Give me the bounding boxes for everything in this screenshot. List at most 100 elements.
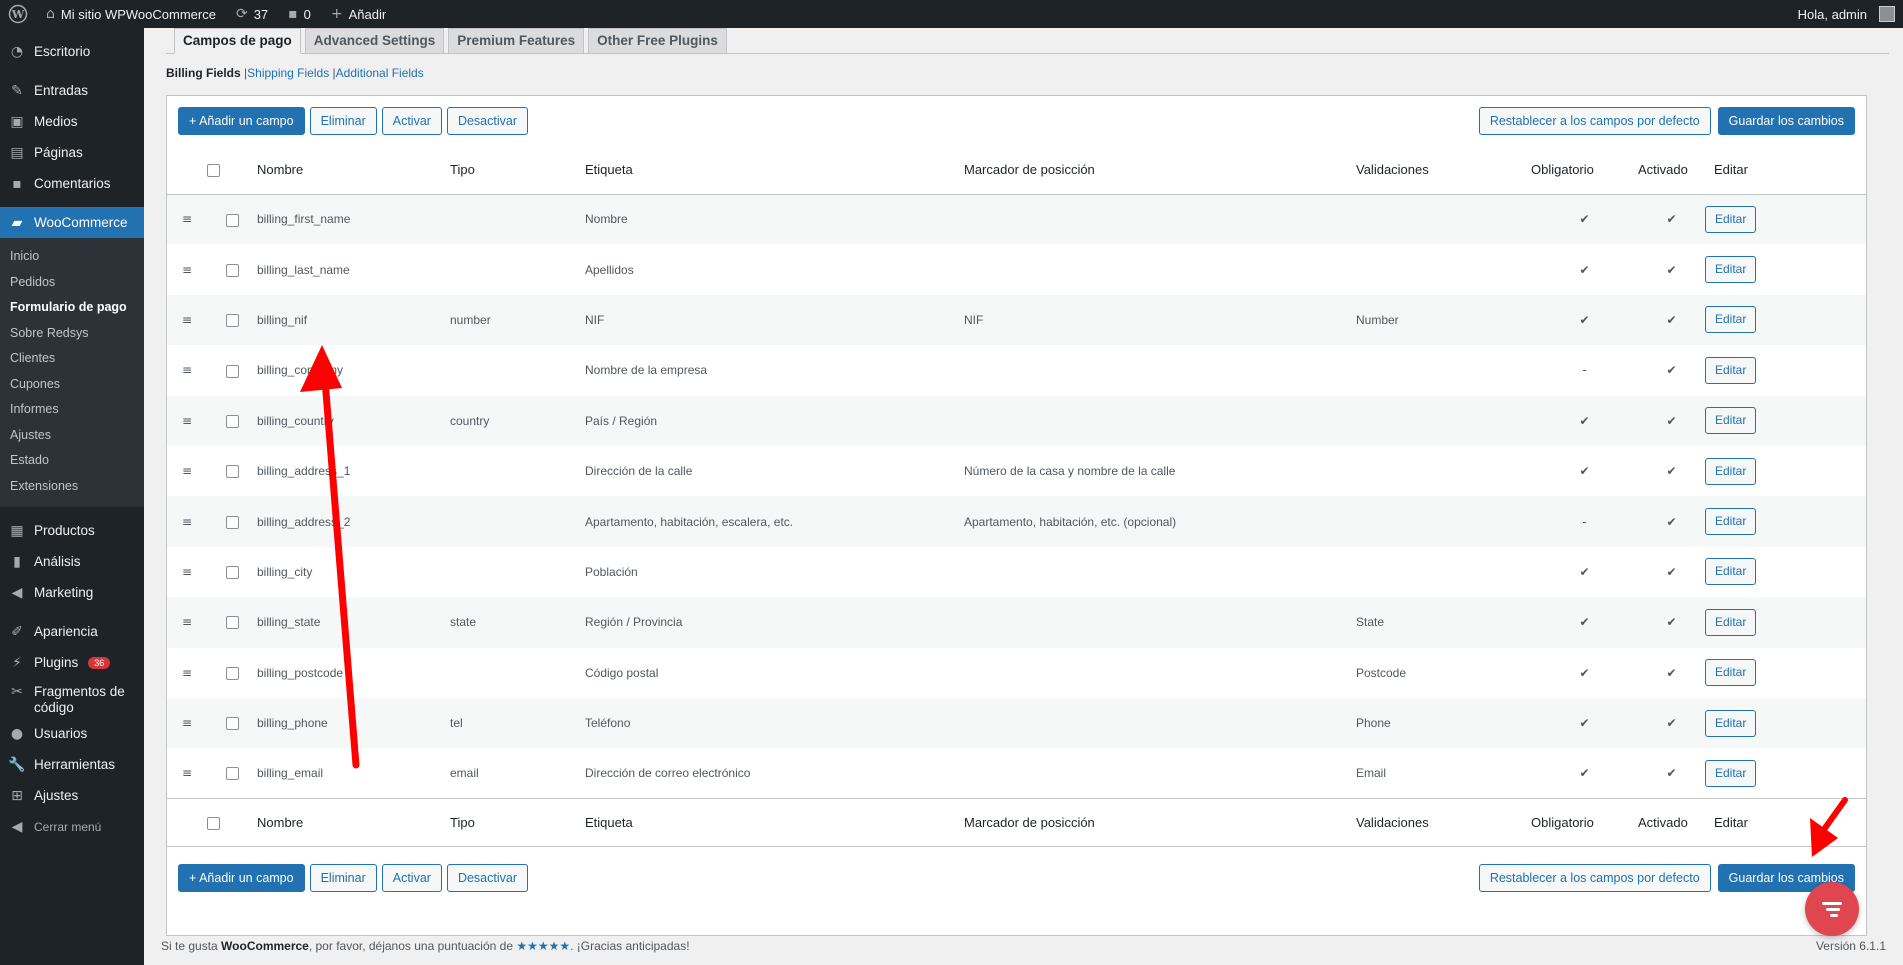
menu-pages[interactable]: ▤ Páginas	[0, 137, 144, 168]
select-all-checkbox[interactable]	[207, 817, 220, 831]
edit-button[interactable]: Editar	[1705, 558, 1757, 586]
select-all-checkbox[interactable]	[207, 164, 220, 178]
disable-button[interactable]: Desactivar	[446, 864, 528, 892]
drag-handle-icon[interactable]: ≡	[167, 446, 207, 496]
wordpress-logo-icon[interactable]: W	[0, 0, 36, 28]
edit-button[interactable]: Editar	[1705, 356, 1757, 384]
comments-link[interactable]: ▪ 0	[278, 0, 321, 28]
drag-handle-icon[interactable]: ≡	[167, 295, 207, 345]
reset-defaults-button[interactable]: Restablecer a los campos por defecto	[1478, 107, 1711, 135]
enable-button[interactable]: Activar	[381, 864, 442, 892]
row-checkbox[interactable]	[225, 465, 239, 479]
row-checkbox[interactable]	[225, 717, 239, 731]
header-name[interactable]: Nombre	[257, 146, 450, 195]
drag-handle-icon[interactable]: ≡	[167, 194, 207, 244]
drag-handle-icon[interactable]: ≡	[167, 648, 207, 698]
updates-link[interactable]: ⟳ 37	[226, 0, 278, 28]
header-placeholder[interactable]: Marcador de posicción	[964, 146, 1356, 195]
edit-button[interactable]: Editar	[1705, 759, 1757, 787]
menu-dashboard[interactable]: ◔ Escritorio	[0, 36, 144, 67]
drag-handle-icon[interactable]: ≡	[167, 597, 207, 647]
submenu-cupones[interactable]: Cupones	[0, 372, 144, 398]
menu-woocommerce[interactable]: ▰ WooCommerce	[0, 207, 144, 238]
drag-handle-icon[interactable]: ≡	[167, 345, 207, 395]
site-name-link[interactable]: ⌂ Mi sitio WPWooCommerce	[36, 0, 226, 28]
submenu-formulario-de-pago[interactable]: Formulario de pago	[0, 295, 144, 321]
submenu-extensiones[interactable]: Extensiones	[0, 474, 144, 500]
submenu-sobre-redsys[interactable]: Sobre Redsys	[0, 321, 144, 347]
drag-handle-icon[interactable]: ≡	[167, 698, 207, 748]
floating-help-button[interactable]	[1805, 882, 1859, 936]
delete-button[interactable]: Eliminar	[309, 107, 377, 135]
menu-code-snippets[interactable]: ✂ Fragmentos de código	[0, 678, 144, 718]
edit-button[interactable]: Editar	[1705, 608, 1757, 636]
row-checkbox[interactable]	[225, 213, 239, 227]
footer-required[interactable]: Obligatorio	[1531, 798, 1638, 848]
row-checkbox[interactable]	[225, 666, 239, 680]
drag-handle-icon[interactable]: ≡	[167, 748, 207, 798]
row-checkbox[interactable]	[225, 414, 239, 428]
submenu-ajustes[interactable]: Ajustes	[0, 423, 144, 449]
submenu-estado[interactable]: Estado	[0, 448, 144, 474]
row-checkbox[interactable]	[225, 314, 239, 328]
menu-analytics[interactable]: ▮ Análisis	[0, 546, 144, 577]
new-content-link[interactable]: + Añadir	[321, 0, 396, 28]
subnav-additional-fields[interactable]: Additional Fields	[336, 66, 424, 80]
header-enabled[interactable]: Activado	[1638, 146, 1705, 195]
footer-name[interactable]: Nombre	[257, 798, 450, 848]
menu-plugins[interactable]: ⚡ Plugins 36	[0, 647, 144, 678]
menu-tools[interactable]: 🔧 Herramientas	[0, 749, 144, 780]
drag-handle-icon[interactable]: ≡	[167, 496, 207, 546]
menu-products[interactable]: ▦ Productos	[0, 515, 144, 546]
submenu-inicio[interactable]: Inicio	[0, 244, 144, 270]
menu-media[interactable]: ▣ Medios	[0, 106, 144, 137]
row-checkbox[interactable]	[225, 364, 239, 378]
save-changes-button[interactable]: Guardar los cambios	[1717, 107, 1855, 135]
drag-handle-icon[interactable]: ≡	[167, 244, 207, 294]
tab-premium-features[interactable]: Premium Features	[448, 28, 585, 54]
collapse-menu[interactable]: ◀ Cerrar menú	[0, 811, 144, 842]
footer-enabled[interactable]: Activado	[1638, 798, 1705, 848]
footer-type[interactable]: Tipo	[450, 798, 585, 848]
row-checkbox[interactable]	[225, 616, 239, 630]
subnav-shipping-fields[interactable]: Shipping Fields	[247, 66, 329, 80]
footer-label[interactable]: Etiqueta	[585, 798, 964, 848]
menu-settings[interactable]: ⊞ Ajustes	[0, 780, 144, 811]
account-menu[interactable]: Hola, admin	[1788, 0, 1903, 28]
menu-users[interactable]: ● Usuarios	[0, 718, 144, 749]
edit-button[interactable]: Editar	[1705, 659, 1757, 687]
delete-button[interactable]: Eliminar	[309, 864, 377, 892]
tab-advanced-settings[interactable]: Advanced Settings	[304, 28, 445, 54]
reset-defaults-button[interactable]: Restablecer a los campos por defecto	[1478, 864, 1711, 892]
enable-button[interactable]: Activar	[381, 107, 442, 135]
row-checkbox[interactable]	[225, 767, 239, 781]
edit-button[interactable]: Editar	[1705, 256, 1757, 284]
header-required[interactable]: Obligatorio	[1531, 146, 1638, 195]
footer-placeholder[interactable]: Marcador de posicción	[964, 798, 1356, 848]
disable-button[interactable]: Desactivar	[446, 107, 528, 135]
tab-campos-de-pago[interactable]: Campos de pago	[174, 28, 301, 54]
add-field-button[interactable]: + Añadir un campo	[178, 107, 305, 135]
edit-button[interactable]: Editar	[1705, 205, 1757, 233]
subnav-billing-fields[interactable]: Billing Fields	[166, 66, 241, 80]
header-label[interactable]: Etiqueta	[585, 146, 964, 195]
menu-posts[interactable]: ✎ Entradas	[0, 75, 144, 106]
edit-button[interactable]: Editar	[1705, 508, 1757, 536]
edit-button[interactable]: Editar	[1705, 407, 1757, 435]
header-validations[interactable]: Validaciones	[1356, 146, 1531, 195]
header-type[interactable]: Tipo	[450, 146, 585, 195]
submenu-clientes[interactable]: Clientes	[0, 346, 144, 372]
row-checkbox[interactable]	[225, 263, 239, 277]
row-checkbox[interactable]	[225, 566, 239, 580]
submenu-informes[interactable]: Informes	[0, 397, 144, 423]
menu-marketing[interactable]: ◀ Marketing	[0, 577, 144, 608]
menu-appearance[interactable]: ✐ Apariencia	[0, 616, 144, 647]
drag-handle-icon[interactable]: ≡	[167, 396, 207, 446]
submenu-pedidos[interactable]: Pedidos	[0, 270, 144, 296]
edit-button[interactable]: Editar	[1705, 306, 1757, 334]
tab-other-free-plugins[interactable]: Other Free Plugins	[588, 28, 727, 54]
drag-handle-icon[interactable]: ≡	[167, 547, 207, 597]
row-checkbox[interactable]	[225, 515, 239, 529]
rating-stars-link[interactable]: ★★★★★	[516, 939, 570, 953]
menu-comments[interactable]: ▪ Comentarios	[0, 168, 144, 199]
